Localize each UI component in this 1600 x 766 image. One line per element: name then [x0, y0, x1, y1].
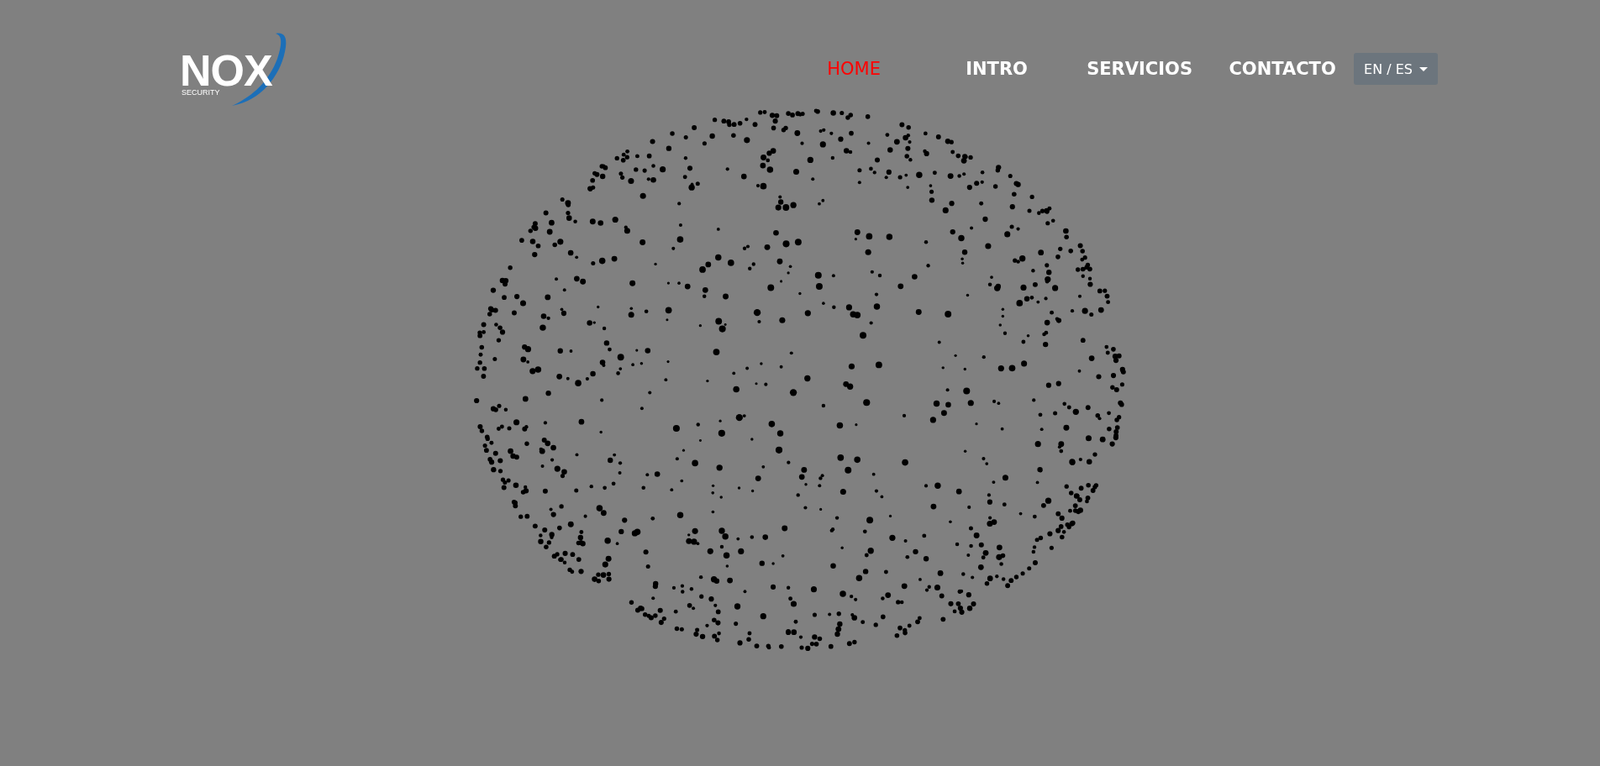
- language-label: EN / ES: [1363, 61, 1413, 78]
- header: NOXSECURITY HOMEINTROSERVICIOSCONTACTO E…: [0, 0, 1600, 108]
- nav-menu: HOMEINTROSERVICIOSCONTACTO: [782, 52, 1354, 86]
- logo-tagline: SECURITY: [181, 89, 221, 97]
- particle-sphere: [0, 0, 1600, 766]
- language-dropdown[interactable]: EN / ES: [1353, 52, 1438, 85]
- logo-name: NOX: [179, 48, 273, 93]
- logo[interactable]: NOXSECURITY: [179, 30, 290, 108]
- nav-item[interactable]: INTRO: [925, 52, 1069, 86]
- caret-icon: [1419, 67, 1428, 72]
- nav-item[interactable]: SERVICIOS: [1068, 52, 1211, 86]
- nav-item[interactable]: HOME: [782, 52, 926, 86]
- nav-item[interactable]: CONTACTO: [1210, 52, 1354, 86]
